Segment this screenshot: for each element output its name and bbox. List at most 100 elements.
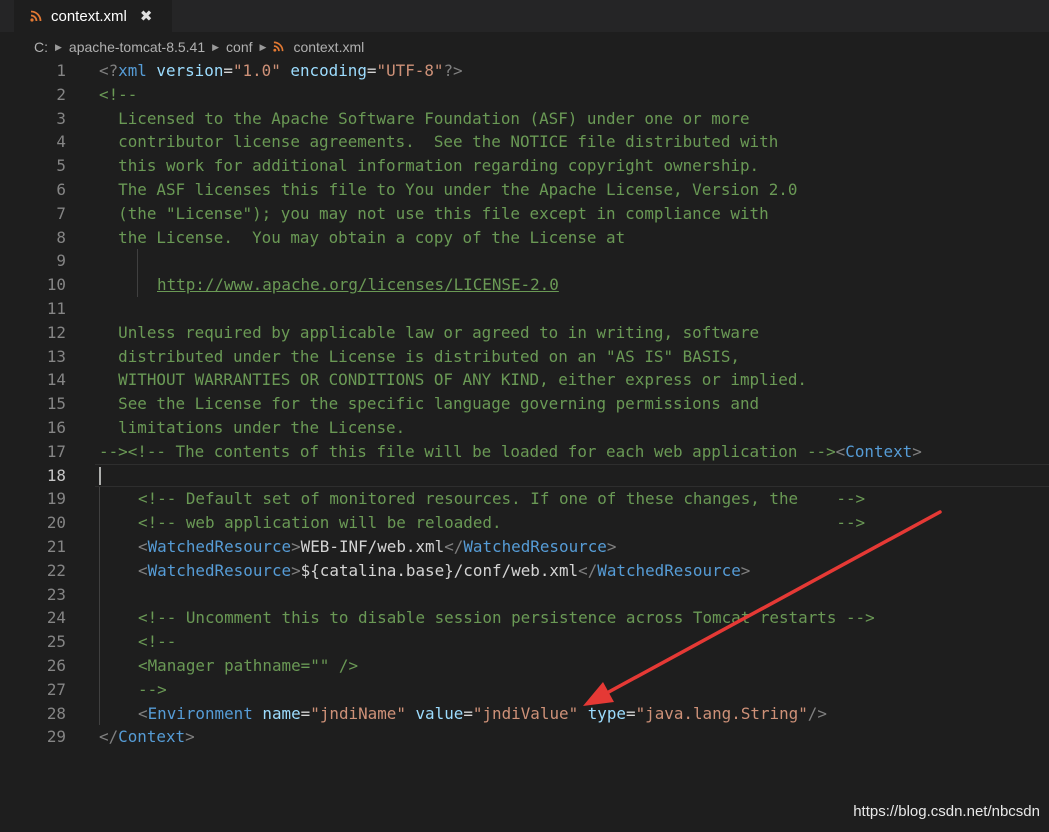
comment-text: --><!-- The contents of this file will b… [99,441,836,461]
comment-text: <!-- Default set of monitored resources.… [138,489,866,509]
code-line: 6 The ASF licenses this file to You unde… [0,178,1049,202]
license-link[interactable]: http://www.apache.org/licenses/LICENSE-2… [157,273,559,297]
line-number: 21 [46,536,66,556]
comment-open: <!-- [138,632,177,652]
line-number: 5 [56,156,66,176]
code-line: 4 contributor license agreements. See th… [0,130,1049,154]
line-number: 7 [56,203,66,223]
breadcrumb-item-tomcat[interactable]: apache-tomcat-8.5.41 [69,39,205,55]
line-number: 23 [46,584,66,604]
line-number: 22 [46,560,66,580]
xml-decl-tag: xml [118,61,147,80]
chevron-right-icon: ▶ [55,41,62,52]
tag-watched-resource: WatchedResource [147,536,292,556]
text-cursor [99,466,101,485]
equals: = [223,61,233,80]
code-line: 2 <!-- [0,83,1049,107]
tab-context-xml[interactable]: context.xml ✖ [14,0,172,32]
line-number: 12 [46,322,66,342]
attr-encoding: encoding [280,61,367,80]
code-line: 27 --> [0,677,1049,702]
tag-bracket: > [606,536,617,556]
tag-watched-resource: WatchedResource [463,536,607,556]
code-line: 9 [0,249,1049,274]
equals: = [366,61,377,80]
code-line: 24 <!-- Uncomment this to disable session… [0,606,1049,631]
code-line: 15 See the License for the specific lang… [0,392,1049,416]
rss-icon [273,39,284,55]
breadcrumb-item-file[interactable]: context.xml [293,39,364,55]
line-number: 11 [46,298,66,318]
code-line: 25 <!-- [0,630,1049,654]
tag-bracket: > [740,560,751,580]
breadcrumb: C: ▶ apache-tomcat-8.5.41 ▶ conf ▶ conte… [34,36,364,58]
code-line: 1 <?xml version="1.0" encoding="UTF-8"?> [0,59,1049,83]
comment-text: distributed under the License is distrib… [99,346,740,366]
tab-label: context.xml [51,7,127,25]
line-number: 9 [56,251,66,271]
value-value: "jndiValue" [472,703,579,723]
indent-guide [99,511,100,535]
tag-watched-resource: WatchedResource [147,560,292,580]
comment-open: <!-- [99,84,138,104]
code-line: 13 distributed under the License is dist… [0,345,1049,369]
comment-text: <Manager pathname="" /> [138,655,359,675]
indent-guide [137,249,138,274]
comment-text: Licensed to the Apache Software Foundati… [99,108,750,128]
code-line: 16 limitations under the License. [0,416,1049,440]
code-line: 8 the License. You may obtain a copy of … [0,226,1049,250]
comment-text: Unless required by applicable law or agr… [99,322,760,342]
comment-text: this work for additional information reg… [99,156,760,176]
code-line: 7 (the "License"); you may not use this … [0,202,1049,226]
tab-bar: context.xml ✖ [0,0,1049,32]
close-icon[interactable]: ✖ [140,7,153,25]
tag-bracket: </ [444,536,464,556]
line-number: 1 [56,61,66,80]
tag-bracket: </ [578,560,598,580]
code-line: 19 <!-- Default set of monitored resource… [0,487,1049,512]
line-number: 19 [46,489,66,509]
xml-decl-open: <? [99,61,119,80]
code-line: 14 WITHOUT WARRANTIES OR CONDITIONS OF A… [0,368,1049,392]
attr-version: version [146,61,224,80]
tag-environment: Environment [147,703,253,723]
indent-guide [99,534,100,559]
line-number: 27 [46,679,66,699]
tag-bracket: > [912,441,922,461]
code-line: 22 <WatchedResource>${catalina.base}/conf… [0,558,1049,583]
indent-guide [137,273,138,297]
tag-watched-resource: WatchedResource [597,560,741,580]
xml-decl-close: ?> [443,61,463,80]
code-line: 21 <WatchedResource>WEB-INF/web.xml</Watc… [0,534,1049,559]
comment-text: the License. You may obtain a copy of th… [99,227,626,247]
line-number: 6 [56,179,66,199]
line-number: 29 [46,727,66,747]
indent-guide [99,582,100,607]
line-number: 25 [46,632,66,652]
code-line: 12 Unless required by applicable law or … [0,321,1049,345]
code-line: 10 http://www.apache.org/licenses/LICENSE… [0,273,1049,297]
line-number: 3 [56,108,66,128]
line-number: 4 [56,132,66,152]
code-line: 11 [0,297,1049,321]
line-number: 24 [46,608,66,628]
code-line: 5 this work for additional information r… [0,154,1049,178]
breadcrumb-item-drive[interactable]: C: [34,39,48,55]
indent-guide [99,701,100,726]
equals: = [300,703,311,723]
comment-text: WITHOUT WARRANTIES OR CONDITIONS OF ANY … [99,370,807,390]
tag-bracket: /> [807,703,827,723]
tag-bracket: </ [99,727,119,747]
code-editor[interactable]: 1 <?xml version="1.0" encoding="UTF-8"?> … [0,59,1049,749]
line-number: 17 [46,441,66,461]
code-line: 3 Licensed to the Apache Software Founda… [0,107,1049,131]
watermark: https://blog.csdn.net/nbcsdn [853,803,1040,820]
tag-context: Context [845,441,913,461]
line-number: 13 [46,346,66,366]
element-text: ${catalina.base}/conf/web.xml [300,560,579,580]
comment-text: contributor license agreements. See the … [99,132,779,152]
rss-icon [30,7,42,26]
equals: = [626,703,636,723]
code-line: 23 [0,582,1049,607]
breadcrumb-item-conf[interactable]: conf [226,39,252,55]
